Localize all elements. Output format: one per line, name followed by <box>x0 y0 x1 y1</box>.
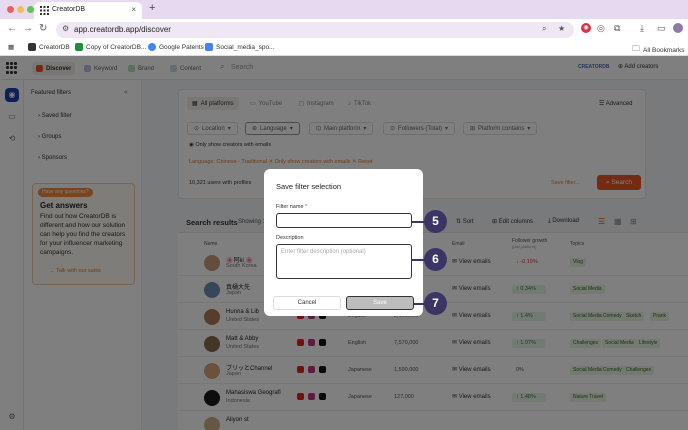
step-5-badge: 5 <box>424 210 447 233</box>
back-icon[interactable]: ← <box>7 23 17 34</box>
new-tab-icon[interactable]: + <box>149 2 155 14</box>
filter-name-label: Filter name * <box>276 204 308 210</box>
all-bookmarks[interactable]: 🗀 All Bookmarks <box>632 43 685 57</box>
creatordb-icon <box>28 43 36 51</box>
sheets-icon <box>75 43 83 51</box>
cancel-button[interactable]: Cancel <box>273 296 341 310</box>
creatordb-favicon-icon <box>40 6 49 15</box>
extensions-puzzle-icon[interactable]: ⧉ <box>614 23 620 34</box>
bookmarks-bar: ▦ CreatorDB Copy of CreatorDB... Google … <box>0 41 688 56</box>
google-icon <box>148 43 156 51</box>
extension-red-icon[interactable]: ◉ <box>581 23 591 33</box>
side-panel-icon[interactable]: ▭ <box>657 23 666 34</box>
modal-title: Save filter selection <box>276 182 342 191</box>
forward-icon[interactable]: → <box>23 23 33 34</box>
save-filter-modal: Save filter selection Filter name * Desc… <box>264 169 423 316</box>
browser-tab[interactable]: CreatorDB × <box>34 2 142 19</box>
step-7-badge: 7 <box>424 292 447 315</box>
browser-toolbar: ← → ↻ ⚙ app.creatordb.app/discover ⌕ ★ ◉… <box>0 19 688 41</box>
maximize-window-icon[interactable] <box>27 6 34 13</box>
description-textarea[interactable] <box>276 244 412 279</box>
bookmark-social-media[interactable]: Social_media_spo... <box>205 43 275 51</box>
bookmark-google-patents[interactable]: Google Patents <box>148 43 204 51</box>
close-tab-icon[interactable]: × <box>131 5 136 14</box>
address-bar[interactable]: ⚙ app.creatordb.app/discover ⌕ ★ <box>56 22 574 38</box>
description-label: Description <box>276 235 304 241</box>
url-text: app.creatordb.app/discover <box>74 25 171 34</box>
step-5-connector <box>411 221 425 223</box>
step-6-connector <box>411 259 425 261</box>
bookmark-copy-of-creatordb[interactable]: Copy of CreatorDB... <box>75 43 146 51</box>
extension-icon[interactable]: ◎ <box>597 23 605 34</box>
docs-icon <box>205 43 213 51</box>
zoom-icon[interactable]: ⌕ <box>542 24 546 34</box>
filter-name-input[interactable] <box>276 213 412 228</box>
save-button[interactable]: Save <box>346 296 414 310</box>
bookmark-star-icon[interactable]: ★ <box>558 24 565 33</box>
apps-grid-icon[interactable]: ▦ <box>8 43 14 51</box>
folder-icon: 🗀 <box>632 44 640 53</box>
browser-tabbar: CreatorDB × + <box>0 0 688 19</box>
reload-icon[interactable]: ↻ <box>39 23 47 34</box>
download-icon[interactable]: ⤓ <box>640 23 644 34</box>
close-window-icon[interactable] <box>7 6 14 13</box>
minimize-window-icon[interactable] <box>17 6 24 13</box>
site-info-icon[interactable]: ⚙ <box>62 24 69 33</box>
tab-title: CreatorDB <box>52 6 86 13</box>
bookmark-creatordb[interactable]: CreatorDB <box>28 43 70 51</box>
profile-avatar[interactable] <box>673 23 683 33</box>
step-6-badge: 6 <box>424 248 447 271</box>
